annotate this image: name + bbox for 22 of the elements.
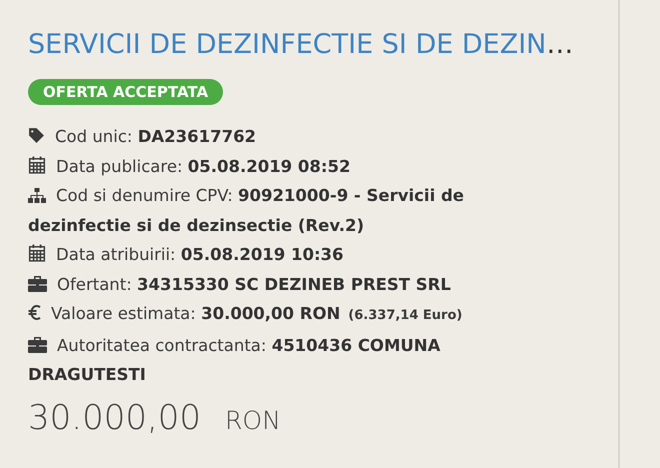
calendar-icon [28,156,46,174]
status-badge: OFERTA ACCEPTATA [28,79,224,105]
detail-text-continued: dezinfectie si de dezinsectie (Rev.2) [28,216,364,234]
detail-text: Autoritatea contractanta: 4510436 COMUNA [57,336,440,354]
sitemap-icon [28,188,46,203]
detail-text: Ofertant: 34315330 SC DEZINEB PREST SRL [57,274,451,294]
detail-text-continued: DRAGUTESTI [28,365,146,384]
briefcase-icon [28,276,47,292]
ellipsis: … [546,29,574,60]
detail-text: Data publicare: 05.08.2019 08:52 [56,156,350,176]
briefcase-icon [28,336,47,352]
tag-icon [28,127,45,144]
price-amount: 30.000,00 [28,396,202,440]
euro-note: (6.337,14 Euro) [348,308,462,323]
euro-icon [28,304,41,321]
tender-title[interactable]: SERVICII DE DEZINFECTIE SI DE DEZIN [28,29,546,60]
price-currency: RON [225,404,281,436]
detail-text: Data atribuirii: 05.08.2019 10:36 [56,245,344,264]
detail-text: Valoare estimata: 30.000,00 RON [51,304,340,323]
detail-text: Cod unic: DA23617762 [55,127,256,146]
detail-text: Cod si denumire CPV: 90921000-9 - Servicii de [56,186,464,205]
calendar-icon [28,244,46,262]
